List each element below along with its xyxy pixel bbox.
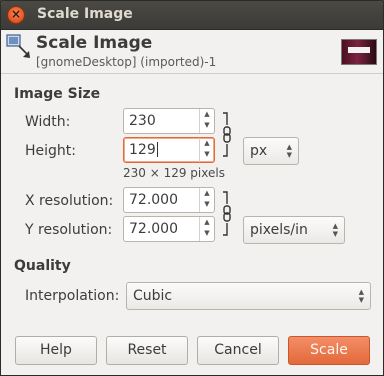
header-separator (1, 73, 383, 74)
reset-button[interactable]: Reset (106, 336, 188, 365)
height-label: Height: (25, 143, 76, 159)
interpolation-select[interactable]: Cubic ▲ ▼ (126, 282, 371, 310)
y-resolution-stepper[interactable]: ▲ ▼ (199, 217, 214, 241)
y-resolution-field[interactable]: 72.000 ▲ ▼ (123, 216, 215, 242)
interpolation-label: Interpolation: (25, 288, 120, 304)
dialog-title: Scale Image (36, 33, 153, 53)
image-thumbnail (341, 39, 377, 65)
height-field[interactable]: 129 ▲ ▼ (123, 137, 215, 163)
text-caret (156, 142, 158, 157)
resolution-unit-select[interactable]: pixels/in ▲ ▼ (243, 216, 345, 244)
width-field[interactable]: 230 ▲ ▼ (123, 108, 215, 134)
image-size-section-label: Image Size (14, 86, 101, 102)
width-value: 230 (129, 113, 156, 129)
scale-image-icon (6, 34, 30, 58)
help-button[interactable]: Help (15, 336, 97, 365)
close-icon: × (10, 7, 22, 21)
interpolation-value: Cubic (133, 288, 173, 304)
chevron-updown-icon: ▲ ▼ (286, 143, 292, 159)
x-resolution-stepper[interactable]: ▲ ▼ (199, 188, 214, 212)
size-unit-select[interactable]: px ▲ ▼ (243, 137, 299, 165)
chevron-updown-icon: ▲ ▼ (332, 222, 338, 238)
width-stepper[interactable]: ▲ ▼ (199, 109, 214, 133)
width-label: Width: (25, 114, 71, 130)
cancel-button[interactable]: Cancel (197, 336, 279, 365)
close-window-button[interactable]: × (7, 6, 25, 24)
image-name: [gnomeDesktop] (imported)-1 (36, 55, 217, 69)
resolution-chain-link-icon[interactable] (221, 190, 231, 240)
x-resolution-value: 72.000 (129, 192, 178, 208)
x-resolution-field[interactable]: 72.000 ▲ ▼ (123, 187, 215, 213)
quality-section-label: Quality (14, 258, 71, 274)
pixel-dimensions-info: 230 × 129 pixels (123, 166, 225, 180)
title-bar: × Scale Image (1, 1, 383, 30)
height-value: 129 (129, 142, 156, 158)
scale-image-dialog: × Scale Image Scale Image [gnomeDesktop]… (0, 0, 384, 376)
resolution-unit-value: pixels/in (250, 222, 308, 238)
chevron-updown-icon: ▲ ▼ (358, 288, 364, 304)
size-unit-value: px (250, 143, 268, 159)
x-resolution-label: X resolution: (25, 193, 114, 209)
height-stepper[interactable]: ▲ ▼ (199, 138, 214, 162)
window-title: Scale Image (37, 6, 133, 22)
chain-link-icon[interactable] (221, 111, 231, 161)
y-resolution-value: 72.000 (129, 221, 178, 237)
y-resolution-label: Y resolution: (25, 222, 113, 238)
scale-button[interactable]: Scale (288, 336, 370, 365)
